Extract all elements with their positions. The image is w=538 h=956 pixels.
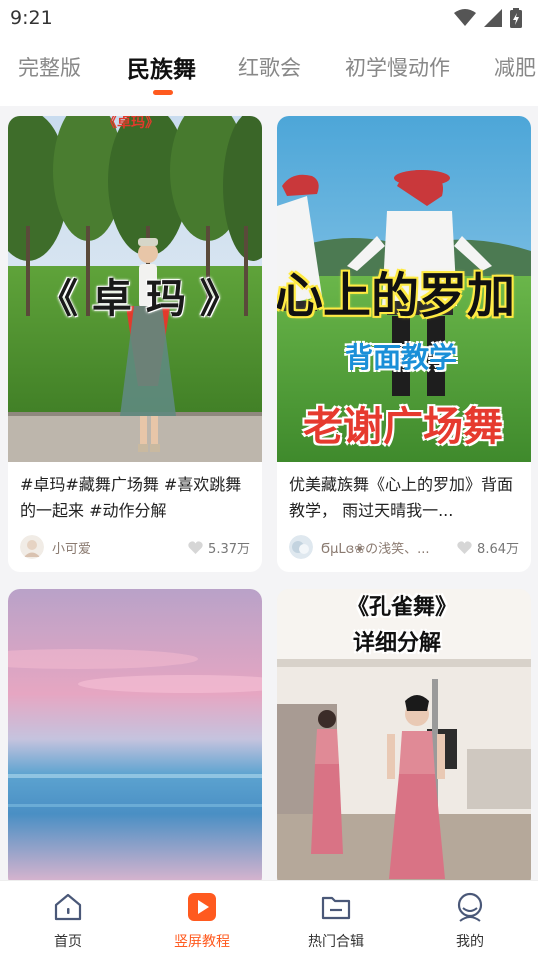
video-thumbnail[interactable]: 《孔雀舞》 详细分解 [277,589,531,880]
active-tab-indicator [153,90,173,95]
nav-hot-collections[interactable]: 热门合辑 [286,891,386,951]
heart-icon [188,540,203,554]
video-thumbnail[interactable]: 心上的罗加 背面教学 老谢广场舞 [277,116,531,462]
bottom-navigation: 首页 竖屏教程 热门合辑 我的 [0,880,538,956]
card-meta: ϬμLɞ❀の浅笑、... 8.64万 [289,534,519,560]
video-card[interactable] [8,589,262,880]
nav-label: 我的 [456,934,484,950]
author-name[interactable]: ϬμLɞ❀の浅笑、... [321,538,451,557]
video-overlay-text: 心上的罗加 [277,268,516,324]
video-card[interactable]: 《卓玛》 《 卓 玛 》 #卓玛#藏舞广场舞 #喜欢跳舞的一起来 #动作分解 小… [8,116,262,572]
video-overlay-title: 《卓玛》 [103,116,159,131]
play-icon [188,893,216,921]
avatar[interactable] [289,535,313,559]
avatar[interactable] [20,535,44,559]
video-overlay-subtitle: 详细分解 [353,631,442,656]
video-overlay-text: 《 卓 玛 》 [38,275,240,322]
tab-ethnic-dance[interactable]: 民族舞 [127,50,196,84]
author-name[interactable]: 小可爱 [52,538,182,557]
nav-profile[interactable]: 我的 [420,891,520,951]
battery-icon [510,8,522,28]
status-icons [454,8,522,28]
nav-label: 热门合辑 [308,934,364,950]
like-count-value: 8.64万 [477,541,519,557]
video-overlay-text: 《孔雀舞》 [347,595,458,620]
card-body: 优美藏族舞《心上的罗加》背面教学， 雨过天晴我一... ϬμLɞ❀の浅笑、...… [277,462,531,560]
folder-icon [321,896,351,920]
heart-icon [457,540,472,554]
card-title[interactable]: 优美藏族舞《心上的罗加》背面教学， 雨过天晴我一... [289,472,519,524]
video-card[interactable]: 心上的罗加 背面教学 老谢广场舞 优美藏族舞《心上的罗加》背面教学， 雨过天晴我… [277,116,531,572]
video-card[interactable]: 《孔雀舞》 详细分解 [277,589,531,880]
video-thumbnail[interactable] [8,589,262,880]
tab-complete[interactable]: 完整版 [18,52,81,82]
like-count[interactable]: 8.64万 [457,538,519,557]
status-bar: 9:21 [0,0,538,36]
profile-icon [457,892,483,922]
nav-home[interactable]: 首页 [18,891,118,951]
category-tabs: 完整版 民族舞 红歌会 初学慢动作 减肥 [0,36,538,106]
card-meta: 小可爱 5.37万 [20,534,250,560]
card-title[interactable]: #卓玛#藏舞广场舞 #喜欢跳舞的一起来 #动作分解 [20,472,250,524]
tab-beginner-slow[interactable]: 初学慢动作 [345,52,450,82]
tab-red-songs[interactable]: 红歌会 [238,52,301,82]
video-feed[interactable]: 《卓玛》 《 卓 玛 》 #卓玛#藏舞广场舞 #喜欢跳舞的一起来 #动作分解 小… [0,106,538,880]
nav-label: 首页 [54,934,82,950]
like-count[interactable]: 5.37万 [188,538,250,557]
tab-weight-loss[interactable]: 减肥 [494,52,536,82]
video-overlay-caption: 老谢广场舞 [303,404,503,450]
home-icon [54,893,82,921]
nav-label: 竖屏教程 [174,934,230,950]
video-thumbnail[interactable]: 《卓玛》 《 卓 玛 》 [8,116,262,462]
nav-vertical-tutorials[interactable]: 竖屏教程 [152,891,252,951]
card-body: #卓玛#藏舞广场舞 #喜欢跳舞的一起来 #动作分解 小可爱 5.37万 [8,462,262,560]
signal-icon [484,9,502,27]
wifi-icon [454,9,476,26]
video-overlay-subtitle: 背面教学 [345,341,458,374]
like-count-value: 5.37万 [208,541,250,557]
status-time: 9:21 [10,7,53,29]
